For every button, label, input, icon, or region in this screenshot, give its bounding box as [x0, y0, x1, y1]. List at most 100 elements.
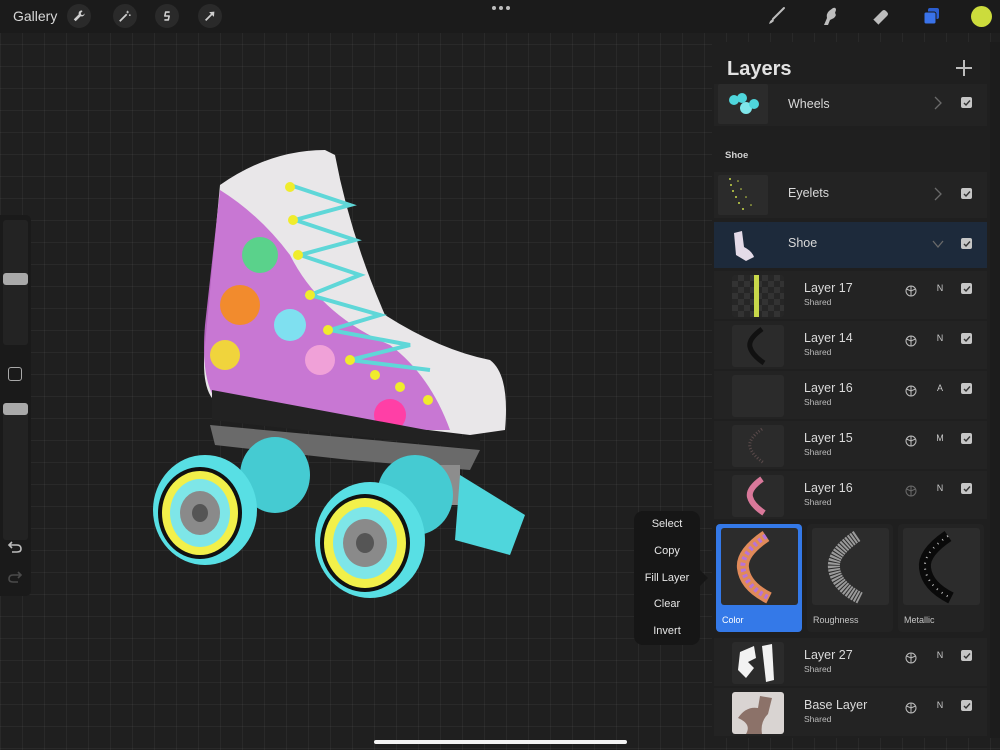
- adjustments-button[interactable]: [113, 4, 137, 28]
- layers-tool-button[interactable]: [918, 4, 944, 28]
- panel-scroll-edge: [990, 42, 1000, 738]
- more-options-button[interactable]: [492, 6, 510, 10]
- material-channels: Color Roughness Metallic: [714, 522, 987, 634]
- menu-item-select[interactable]: Select: [634, 511, 700, 538]
- cube-icon[interactable]: [905, 651, 917, 664]
- undo-icon: [7, 541, 22, 553]
- opacity-slider[interactable]: [3, 403, 28, 540]
- left-sidebar: [0, 215, 31, 596]
- layer-name: Layer 16: [804, 481, 853, 495]
- visibility-checkbox[interactable]: [961, 238, 972, 249]
- channel-roughness[interactable]: Roughness: [807, 524, 893, 632]
- redo-icon: [8, 571, 23, 583]
- brush-icon: [769, 7, 785, 24]
- cube-icon[interactable]: [905, 484, 917, 497]
- visibility-checkbox[interactable]: [961, 188, 972, 199]
- layers-panel: Layers Wheels Shoe Eyelets Shoe Layer 17: [712, 42, 1000, 738]
- chevron-right-icon[interactable]: [932, 187, 944, 201]
- visibility-checkbox[interactable]: [961, 333, 972, 344]
- layer-subtitle: Shared: [804, 497, 832, 507]
- modify-button[interactable]: [8, 367, 22, 381]
- eraser-tool-button[interactable]: [867, 4, 893, 28]
- channel-color[interactable]: Color: [716, 524, 802, 632]
- channel-metallic[interactable]: Metallic: [898, 524, 984, 632]
- layer-thumbnail: [732, 475, 784, 517]
- visibility-checkbox[interactable]: [961, 97, 972, 108]
- actions-button[interactable]: [67, 4, 91, 28]
- redo-button[interactable]: [7, 570, 23, 584]
- color-picker-button[interactable]: [971, 6, 992, 27]
- visibility-checkbox[interactable]: [961, 483, 972, 494]
- layer-group-shoe[interactable]: Shoe: [714, 222, 987, 268]
- transform-button[interactable]: [198, 4, 222, 28]
- wheel-front-right: [315, 482, 425, 598]
- layer-group-eyelets[interactable]: Eyelets: [714, 172, 987, 218]
- menu-item-fill-layer[interactable]: Fill Layer: [634, 565, 700, 592]
- layer-row[interactable]: Layer 15 Shared M: [714, 421, 987, 469]
- visibility-checkbox[interactable]: [961, 650, 972, 661]
- layer-row[interactable]: Layer 16 Shared A: [714, 371, 987, 419]
- ellipsis-icon: [492, 6, 496, 10]
- layer-thumbnail: [732, 692, 784, 734]
- blend-mode-button[interactable]: N: [935, 483, 945, 493]
- blend-mode-button[interactable]: N: [935, 700, 945, 710]
- home-indicator[interactable]: [374, 740, 627, 744]
- channel-thumbnail: [903, 528, 980, 605]
- blend-mode-button[interactable]: N: [935, 283, 945, 293]
- layer-row[interactable]: Base Layer Shared N: [714, 688, 987, 736]
- gallery-button[interactable]: Gallery: [13, 8, 57, 24]
- blend-mode-button[interactable]: M: [935, 433, 945, 443]
- wheel-front-left: [153, 455, 257, 565]
- eraser-icon: [872, 10, 888, 26]
- layer-row[interactable]: Layer 17 Shared N: [714, 271, 987, 319]
- layer-name: Shoe: [788, 236, 818, 250]
- arrow-cursor-icon: [205, 11, 215, 21]
- undo-button[interactable]: [7, 540, 23, 554]
- layers-icon: [923, 8, 939, 25]
- opacity-handle[interactable]: [3, 403, 28, 415]
- magic-wand-icon: [119, 10, 131, 22]
- cube-icon[interactable]: [905, 434, 917, 447]
- cube-icon[interactable]: [905, 284, 917, 297]
- toe-stop: [455, 475, 525, 555]
- menu-item-invert[interactable]: Invert: [634, 618, 700, 645]
- menu-item-clear[interactable]: Clear: [634, 591, 700, 618]
- doodle-blob: [242, 237, 278, 273]
- chevron-down-icon[interactable]: [932, 237, 944, 251]
- channel-label: Metallic: [904, 615, 935, 625]
- layer-name: Wheels: [788, 97, 830, 111]
- cube-icon[interactable]: [905, 701, 917, 714]
- add-layer-button[interactable]: [955, 59, 973, 77]
- layer-subtitle: Shared: [804, 397, 832, 407]
- doodle-blob: [220, 285, 260, 325]
- visibility-checkbox[interactable]: [961, 700, 972, 711]
- blend-mode-button[interactable]: A: [935, 383, 945, 393]
- blend-mode-button[interactable]: N: [935, 650, 945, 660]
- menu-item-copy[interactable]: Copy: [634, 538, 700, 565]
- layer-group-wheels[interactable]: Wheels: [714, 84, 987, 126]
- wrench-icon: [73, 10, 85, 22]
- cube-icon[interactable]: [905, 334, 917, 347]
- cube-icon[interactable]: [905, 384, 917, 397]
- brush-tool-button[interactable]: [763, 4, 789, 28]
- chevron-right-icon[interactable]: [932, 96, 944, 110]
- channel-thumbnail: [812, 528, 889, 605]
- layer-name: Base Layer: [804, 698, 868, 712]
- roller-skate-model[interactable]: [150, 145, 550, 600]
- brush-size-handle[interactable]: [3, 273, 28, 285]
- layer-subtitle: Shared: [804, 447, 832, 457]
- layer-thumbnail: [732, 325, 784, 367]
- smudge-tool-button[interactable]: [816, 4, 842, 28]
- channel-label: Color: [722, 615, 744, 625]
- layer-row[interactable]: Layer 27 Shared N: [714, 638, 987, 686]
- selection-button[interactable]: [155, 4, 179, 28]
- layer-row[interactable]: Layer 16 Shared N: [714, 471, 987, 519]
- layer-row[interactable]: Layer 14 Shared N: [714, 321, 987, 369]
- blend-mode-button[interactable]: N: [935, 333, 945, 343]
- layer-name: Layer 14: [804, 331, 853, 345]
- visibility-checkbox[interactable]: [961, 433, 972, 444]
- layer-thumbnail: [732, 642, 784, 684]
- visibility-checkbox[interactable]: [961, 283, 972, 294]
- visibility-checkbox[interactable]: [961, 383, 972, 394]
- ellipsis-dot: [506, 6, 510, 10]
